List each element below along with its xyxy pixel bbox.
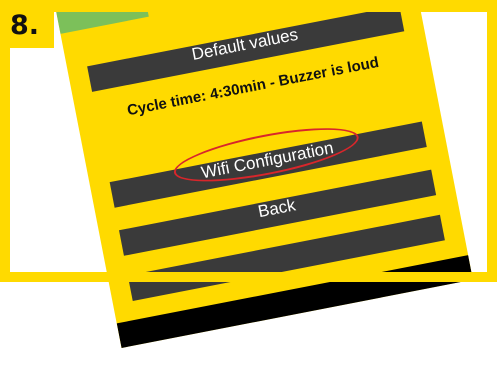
step-number: 8. (10, 10, 40, 41)
back-label: Back (256, 195, 298, 222)
green-corner-tab (52, 0, 149, 34)
phone-screen: Default values Cycle time: 4:30min - Buz… (52, 0, 473, 348)
default-values-label: Default values (190, 24, 300, 64)
phone-screen-rotated: Default values Cycle time: 4:30min - Buz… (0, 0, 497, 348)
highlight-ellipse-annotation (170, 117, 363, 193)
